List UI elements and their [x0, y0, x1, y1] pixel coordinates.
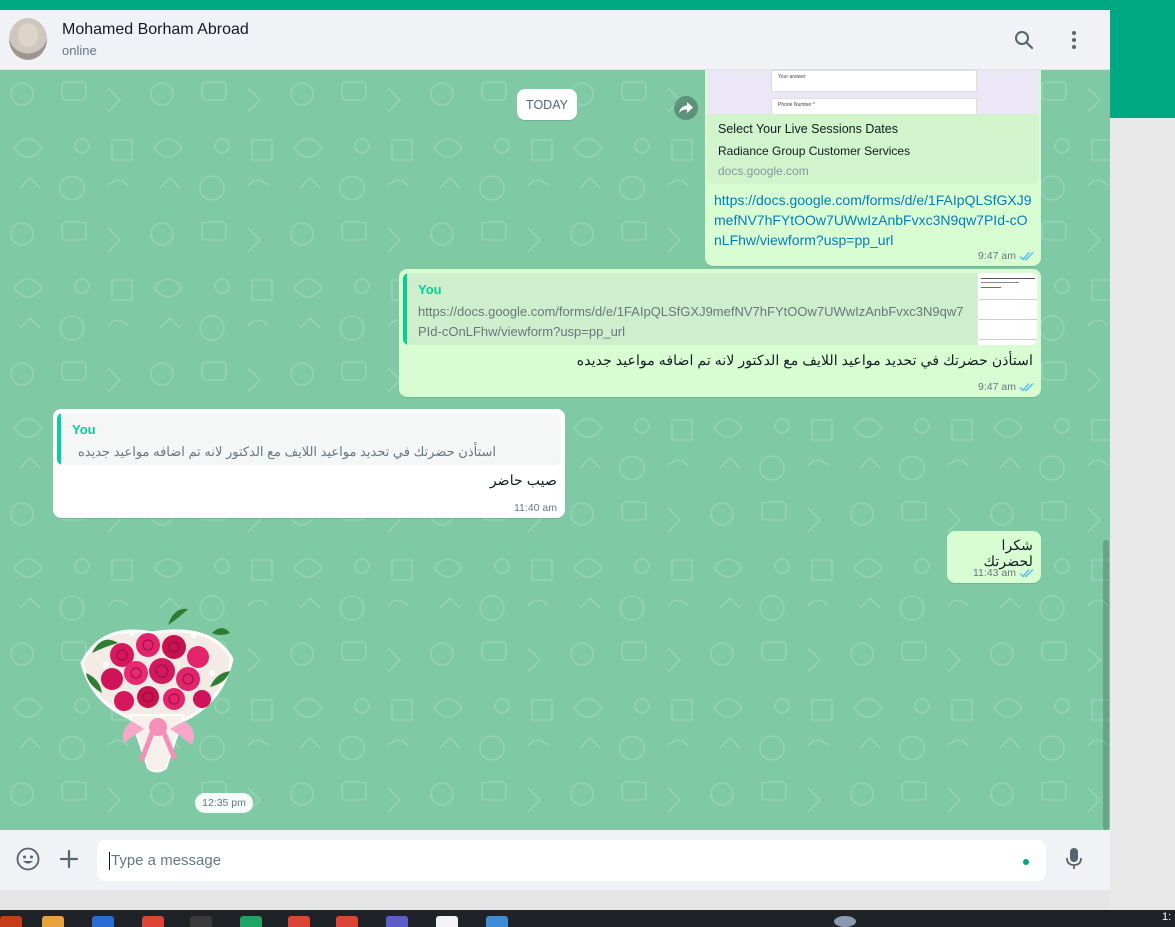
forward-icon	[679, 102, 693, 114]
whatsapp-window: Mohamed Borham Abroad online TODAY Your …	[0, 10, 1110, 890]
taskbar-app-icon[interactable]	[0, 916, 22, 927]
taskbar-app-icon[interactable]	[92, 916, 114, 927]
double-check-icon	[1019, 383, 1034, 392]
input-indicator-dot	[1023, 859, 1029, 865]
link-preview-title: Select Your Live Sessions Dates	[718, 122, 898, 136]
taskbar-app-icon[interactable]	[386, 916, 408, 927]
quote-author: You	[72, 422, 96, 437]
taskbar-app-icon[interactable]	[190, 916, 212, 927]
link-preview-card[interactable]: Select Your Live Sessions Dates Radiance…	[707, 114, 1039, 184]
message-meta: 9:47 am	[978, 381, 1035, 393]
quote-thumbnail	[977, 273, 1037, 345]
message-meta: 11:43 am	[973, 567, 1035, 579]
weather-icon[interactable]	[834, 916, 856, 927]
quote-line: https://docs.google.com/forms/d/e/1FAIpQ…	[418, 304, 964, 319]
quote-accent-bar	[57, 413, 61, 465]
quote-text: استأذن حضرتك في تحديد مواعيد اللايف مع ا…	[77, 444, 496, 459]
quote-text: https://docs.google.com/forms/d/e/1FAIpQ…	[418, 302, 964, 342]
chat-header: Mohamed Borham Abroad online	[0, 10, 1110, 70]
search-button[interactable]	[1008, 24, 1040, 56]
window-background-side	[1110, 118, 1175, 910]
taskbar-app-icon[interactable]	[142, 916, 164, 927]
message-text: استأذن حضرتك في تحديد مواعيد اللايف مع ا…	[576, 353, 1033, 369]
message-time: 11:40 am	[514, 502, 557, 514]
menu-button[interactable]	[1058, 24, 1090, 56]
link-preview-domain: docs.google.com	[718, 164, 809, 178]
message-composer	[0, 830, 1110, 890]
message-time: 11:43 am	[973, 567, 1016, 579]
sticker-time: 12:35 pm	[195, 793, 253, 813]
text-caret	[109, 852, 110, 870]
plus-icon	[59, 849, 79, 869]
message-input-box[interactable]	[97, 840, 1046, 881]
message-link[interactable]: https://docs.google.com/forms/d/e/1FAIpQ…	[714, 190, 1034, 250]
taskbar-app-icon[interactable]	[42, 916, 64, 927]
quote-author: You	[418, 282, 442, 297]
message-text: شكرا لحضرتك	[983, 538, 1033, 570]
form-preview-image[interactable]: Your answer Phone Number *	[707, 70, 1039, 114]
quote-accent-bar	[403, 273, 407, 345]
message-time: 9:47 am	[978, 250, 1016, 262]
double-check-icon	[1019, 569, 1034, 578]
contact-status: online	[62, 43, 97, 58]
chat-scrollbar[interactable]	[1103, 540, 1109, 830]
date-separator: TODAY	[517, 89, 577, 120]
quoted-message[interactable]: You https://docs.google.com/forms/d/e/1F…	[403, 273, 1037, 345]
flower-bouquet-sticker[interactable]	[72, 603, 238, 777]
voice-message-button[interactable]	[1059, 844, 1089, 874]
quote-line: PId-cOnLFhw/viewform?usp=pp_url	[418, 324, 626, 339]
taskbar-app-icon[interactable]	[436, 916, 458, 927]
contact-name[interactable]: Mohamed Borham Abroad	[62, 21, 249, 39]
message-input[interactable]	[111, 840, 991, 881]
double-check-icon	[1019, 252, 1034, 261]
taskbar-app-icon[interactable]	[336, 916, 358, 927]
taskbar-app-icon[interactable]	[288, 916, 310, 927]
forward-button[interactable]	[674, 96, 698, 120]
outgoing-message[interactable]: شكرا لحضرتك 11:43 am	[947, 531, 1041, 583]
emoji-icon	[16, 847, 40, 871]
search-icon	[1015, 31, 1034, 50]
contact-avatar[interactable]	[9, 18, 47, 60]
outgoing-message-reply[interactable]: You https://docs.google.com/forms/d/e/1F…	[399, 269, 1041, 397]
kebab-menu-icon	[1072, 31, 1076, 49]
outgoing-message-link[interactable]: Your answer Phone Number * Select Your L…	[705, 70, 1041, 266]
chat-panel[interactable]: TODAY Your answer Phone Number * Select …	[0, 70, 1110, 830]
form-preview-field: Phone Number *	[771, 98, 977, 114]
incoming-message-reply[interactable]: You استأذن حضرتك في تحديد مواعيد اللايف …	[53, 409, 565, 518]
os-taskbar: 1:	[0, 910, 1175, 927]
microphone-icon	[1066, 848, 1082, 869]
taskbar-app-icon[interactable]	[486, 916, 508, 927]
link-preview-description: Radiance Group Customer Services	[718, 144, 911, 158]
taskbar-clock[interactable]: 1:	[1162, 911, 1171, 923]
form-preview-field: Your answer	[771, 70, 977, 92]
emoji-button[interactable]	[13, 844, 43, 874]
message-text: صيب حاضر	[489, 473, 557, 489]
attach-button[interactable]	[54, 844, 84, 874]
quoted-message[interactable]: You استأذن حضرتك في تحديد مواعيد اللايف …	[57, 413, 561, 465]
message-time: 9:47 am	[978, 381, 1016, 393]
message-meta: 9:47 am	[978, 250, 1035, 262]
taskbar-app-icon[interactable]	[240, 916, 262, 927]
